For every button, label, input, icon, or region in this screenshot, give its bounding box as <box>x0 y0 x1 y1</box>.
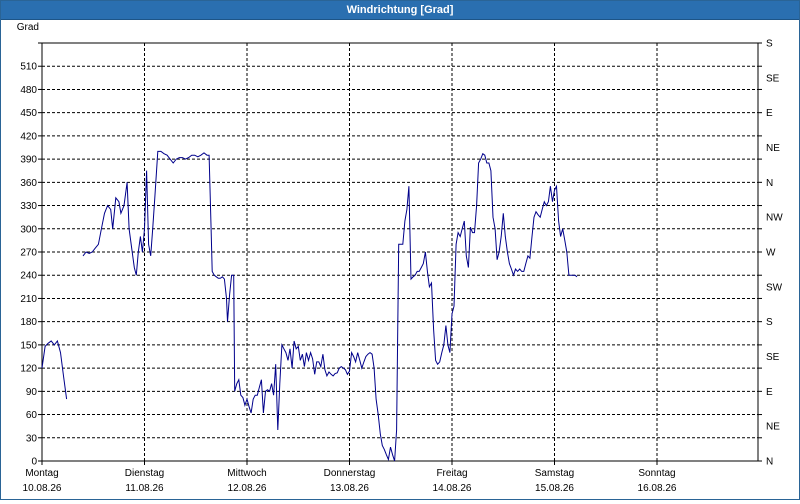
y-tick-label: 30 <box>26 433 38 444</box>
y-tick-label: 360 <box>20 178 37 189</box>
y-tick-label: 150 <box>20 340 37 351</box>
y-right-label: S <box>766 317 773 328</box>
y-tick-label: 420 <box>20 131 37 142</box>
y-tick-label: 60 <box>26 410 38 421</box>
y-right-label: S <box>766 39 773 50</box>
x-tick-day-label: Mittwoch <box>227 468 266 479</box>
y-tick-label: 480 <box>20 85 37 96</box>
y-tick-label: 240 <box>20 271 37 282</box>
y-right-label: NE <box>766 422 780 433</box>
x-tick-date-label: 15.08.26 <box>535 483 574 494</box>
y-tick-label: 0 <box>31 457 37 468</box>
chart: 0 30 60 90 120 150 180 210 240 270 300 330 360 390 420… <box>17 22 783 494</box>
x-tick-day-label: Freitag <box>436 468 467 479</box>
y-tick-label: 270 <box>20 248 37 259</box>
y-right-label: E <box>766 108 773 119</box>
x-tick-date-label: 16.08.26 <box>638 483 677 494</box>
series-line <box>41 339 68 400</box>
y-right-label: NW <box>766 213 783 224</box>
x-tick-date-label: 14.08.26 <box>433 483 472 494</box>
x-tick-day-label: Dienstag <box>125 468 164 479</box>
x-tick-day-label: Sonntag <box>638 468 675 479</box>
y-right-label: SW <box>766 282 783 293</box>
y-right-label: W <box>766 248 776 259</box>
x-tick-date-label: 13.08.26 <box>330 483 369 494</box>
chart-window: Windrichtung [Grad] 0 30 60 90 120 150 180 210 2… <box>0 0 800 500</box>
y-right-label: SE <box>766 73 780 84</box>
y-right-label: SE <box>766 352 780 363</box>
y-right-label: NE <box>766 143 780 154</box>
x-tick-date-label: 12.08.26 <box>228 483 267 494</box>
y-tick-label: 450 <box>20 108 37 119</box>
x-tick-day-label: Donnerstag <box>324 468 376 479</box>
y-tick-label: 90 <box>26 387 38 398</box>
y-tick-label: 120 <box>20 364 37 375</box>
y-tick-label: 210 <box>20 294 37 305</box>
x-tick-date-label: 10.08.26 <box>23 483 62 494</box>
y-right-label: N <box>766 457 773 468</box>
window-title: Windrichtung [Grad] <box>1 1 799 20</box>
x-tick-day-label: Montag <box>25 468 58 479</box>
x-tick-date-label: 11.08.26 <box>125 483 164 494</box>
y-axis-title: Grad <box>17 22 39 33</box>
y-tick-label: 300 <box>20 224 37 235</box>
y-tick-label: 180 <box>20 317 37 328</box>
y-tick-label: 330 <box>20 201 37 212</box>
y-tick-label: 510 <box>20 62 37 73</box>
x-tick-day-label: Samstag <box>535 468 574 479</box>
y-tick-label: 390 <box>20 155 37 166</box>
y-right-label: N <box>766 178 773 189</box>
y-right-label: E <box>766 387 773 398</box>
